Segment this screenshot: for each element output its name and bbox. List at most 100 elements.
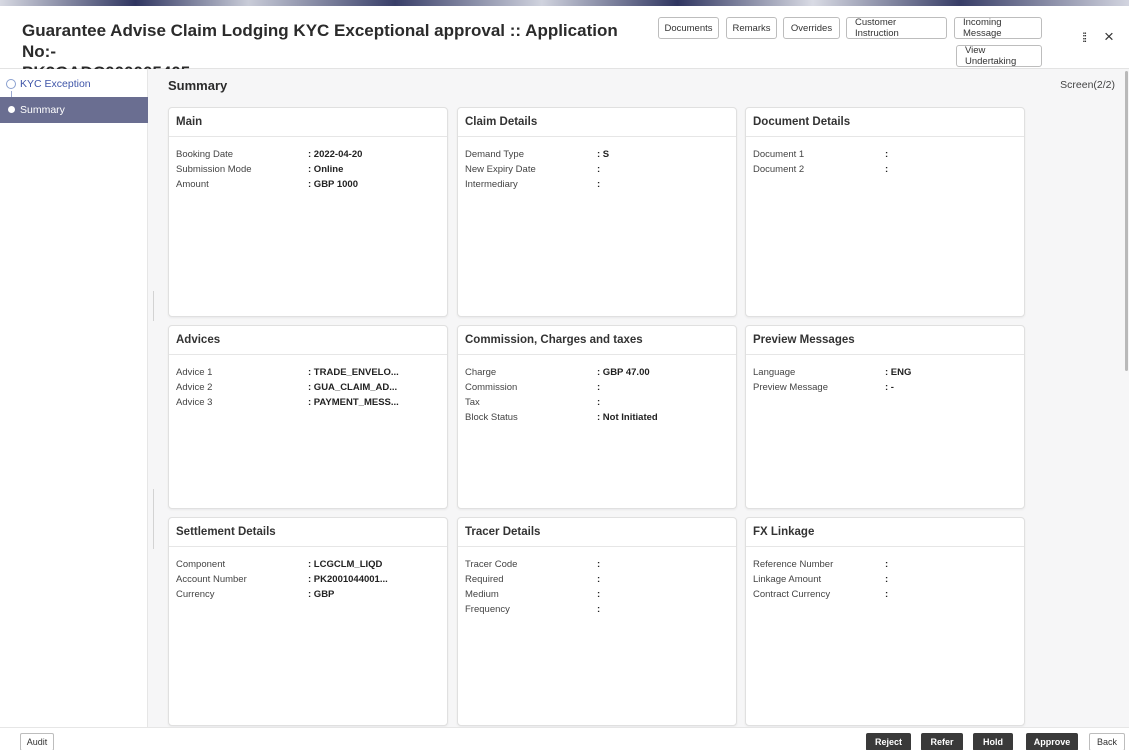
card-main[interactable]: Main Booking Date: 2022-04-20 Submission… xyxy=(168,107,448,317)
scroll-edge xyxy=(153,291,154,321)
field-value: : xyxy=(597,164,601,175)
refer-button[interactable]: Refer xyxy=(921,733,963,750)
field-label: New Expiry Date xyxy=(465,164,536,175)
approve-button[interactable]: Approve xyxy=(1026,733,1078,750)
field-value: : xyxy=(597,397,601,408)
overrides-button[interactable]: Overrides xyxy=(783,17,840,39)
sidebar-item-kyc-exception[interactable]: KYC Exception xyxy=(0,71,148,107)
main-content: Summary Screen(2/2) Main Booking Date: 2… xyxy=(148,69,1129,727)
field-label: Component xyxy=(176,559,226,570)
field-label: Demand Type xyxy=(465,149,524,160)
field-value: : GBP 47.00 xyxy=(597,367,650,378)
field-value: : xyxy=(597,179,601,190)
vertical-scrollbar[interactable] xyxy=(1125,71,1128,371)
field-label: Document 2 xyxy=(753,164,805,175)
card-title: Advices xyxy=(169,326,447,355)
field-row: Medium: xyxy=(465,587,729,602)
field-label: Contract Currency xyxy=(753,589,831,600)
card-title: Commission, Charges and taxes xyxy=(458,326,736,355)
customer-instruction-button[interactable]: Customer Instruction xyxy=(846,17,947,39)
field-label: Document 1 xyxy=(753,149,805,160)
card-commission-charges-taxes[interactable]: Commission, Charges and taxes Charge: GB… xyxy=(457,325,737,509)
field-label: Account Number xyxy=(176,574,247,585)
card-claim-details[interactable]: Claim Details Demand Type: S New Expiry … xyxy=(457,107,737,317)
sidebar-item-label: KYC Exception xyxy=(20,78,91,90)
field-value: : xyxy=(597,604,601,615)
field-value: : GBP xyxy=(308,589,335,600)
card-title: Document Details xyxy=(746,108,1024,137)
close-icon[interactable]: × xyxy=(1104,27,1114,47)
field-row: Document 1: xyxy=(753,147,1017,162)
field-label: Preview Message xyxy=(753,382,828,393)
field-value: : GUA_CLAIM_AD... xyxy=(308,382,398,393)
field-row: Advice 3: PAYMENT_MESS... xyxy=(176,395,440,410)
sidebar-item-summary[interactable]: Summary xyxy=(0,97,148,123)
field-label: Block Status xyxy=(465,412,518,423)
page-header: Guarantee Advise Claim Lodging KYC Excep… xyxy=(0,6,1129,82)
reject-button[interactable]: Reject xyxy=(866,733,911,750)
card-fx-linkage[interactable]: FX Linkage Reference Number: Linkage Amo… xyxy=(745,517,1025,726)
field-label: Tracer Code xyxy=(465,559,518,570)
field-label: Tax xyxy=(465,397,480,408)
hold-button[interactable]: Hold xyxy=(973,733,1013,750)
card-preview-messages[interactable]: Preview Messages Language : ENG Preview M… xyxy=(745,325,1025,509)
field-value: : GBP 1000 xyxy=(308,179,358,190)
field-row: Document 2: xyxy=(753,162,1017,177)
card-tracer-details[interactable]: Tracer Details Tracer Code: Required: Me… xyxy=(457,517,737,726)
card-title: Tracer Details xyxy=(458,518,736,547)
view-undertaking-button[interactable]: View Undertaking xyxy=(956,45,1042,67)
field-row: Submission Mode : Online xyxy=(176,162,440,177)
field-value: : PK2001044001... xyxy=(308,574,388,585)
card-document-details[interactable]: Document Details Document 1: Document 2: xyxy=(745,107,1025,317)
card-title: Preview Messages xyxy=(746,326,1024,355)
card-title: Claim Details xyxy=(458,108,736,137)
field-value: : Not Initiated xyxy=(597,412,658,423)
field-row: Required: xyxy=(465,572,729,587)
field-row: Contract Currency: xyxy=(753,587,1017,602)
field-label: Medium xyxy=(465,589,499,600)
field-row: Amount : GBP 1000 xyxy=(176,177,440,192)
step-complete-icon xyxy=(6,79,16,89)
field-row: Commission: xyxy=(465,380,729,395)
field-label: Commission xyxy=(465,382,518,393)
field-label: Reference Number xyxy=(753,559,834,570)
step-current-icon xyxy=(8,106,15,113)
scroll-edge xyxy=(153,489,154,549)
documents-button[interactable]: Documents xyxy=(658,17,719,39)
field-label: Currency xyxy=(176,589,215,600)
back-button[interactable]: Back xyxy=(1089,733,1125,750)
card-title: Main xyxy=(169,108,447,137)
field-label: Language xyxy=(753,367,796,378)
field-value: : xyxy=(597,574,601,585)
field-value: : - xyxy=(885,382,894,393)
field-value: : xyxy=(885,559,889,570)
field-value: : xyxy=(885,589,889,600)
field-row: Language : ENG xyxy=(753,365,1017,380)
field-value: : Online xyxy=(308,164,344,175)
field-value: : 2022-04-20 xyxy=(308,149,363,160)
sidebar-item-label: Summary xyxy=(20,104,65,116)
field-label: Advice 3 xyxy=(176,397,213,408)
collapse-icon[interactable]: ⁞⁞ xyxy=(1082,30,1087,45)
field-row: Charge: GBP 47.00 xyxy=(465,365,729,380)
field-row: Currency : GBP xyxy=(176,587,440,602)
incoming-message-button[interactable]: Incoming Message xyxy=(954,17,1042,39)
field-label: Advice 2 xyxy=(176,382,213,393)
field-row: Preview Message : - xyxy=(753,380,1017,395)
field-row: Booking Date: 2022-04-20 xyxy=(176,147,440,162)
field-label: Frequency xyxy=(465,604,510,615)
remarks-button[interactable]: Remarks xyxy=(726,17,777,39)
field-label: Submission Mode xyxy=(176,164,252,175)
field-row: Block Status : Not Initiated xyxy=(465,410,729,425)
field-row: Intermediary: xyxy=(465,177,729,192)
audit-button[interactable]: Audit xyxy=(20,733,54,750)
card-advices[interactable]: Advices Advice 1: TRADE_ENVELO... Advice… xyxy=(168,325,448,509)
field-row: Advice 1: TRADE_ENVELO... xyxy=(176,365,440,380)
card-settlement-details[interactable]: Settlement Details Component: LCGCLM_LIQ… xyxy=(168,517,448,726)
field-label: Advice 1 xyxy=(176,367,213,378)
field-value: : ENG xyxy=(885,367,912,378)
section-title: Summary xyxy=(168,78,228,93)
field-label: Amount xyxy=(176,179,209,190)
field-row: Tax: xyxy=(465,395,729,410)
field-row: Demand Type: S xyxy=(465,147,729,162)
